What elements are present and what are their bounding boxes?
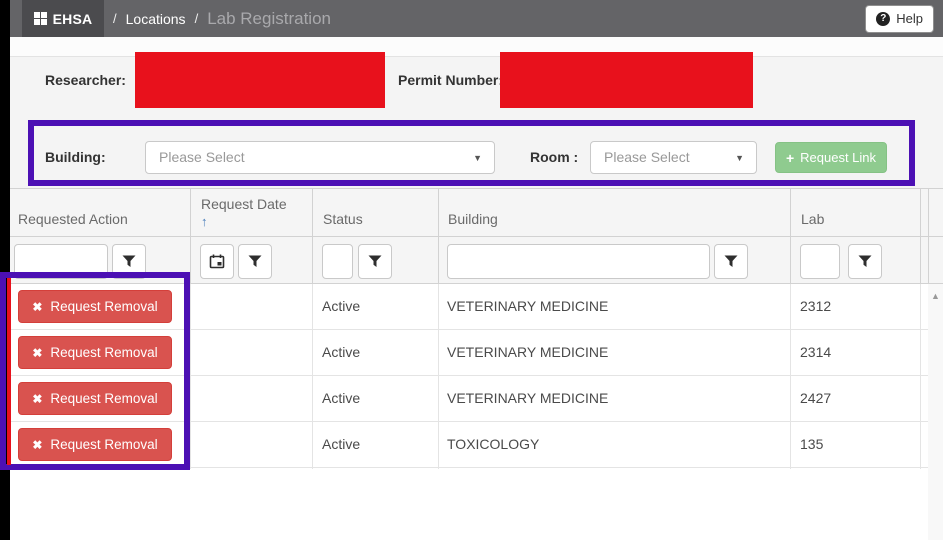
filter-icon bbox=[248, 255, 262, 267]
building-cell: TOXICOLOGY bbox=[447, 436, 540, 452]
divider bbox=[928, 237, 929, 283]
filter-button-status[interactable] bbox=[358, 244, 392, 279]
request-link-button[interactable]: + Request Link bbox=[775, 142, 887, 173]
building-label: Building: bbox=[45, 149, 106, 165]
x-icon: ✖ bbox=[32, 345, 43, 360]
top-navbar: EHSA / Locations / Lab Registration ? He… bbox=[10, 0, 943, 37]
divider bbox=[190, 237, 191, 283]
table-row: ✖ Request Removal Active TOXICOLOGY 135 bbox=[10, 422, 943, 468]
grid-icon bbox=[33, 12, 47, 25]
divider bbox=[190, 284, 191, 469]
status-cell: Active bbox=[322, 436, 361, 452]
status-cell: Active bbox=[322, 298, 361, 314]
vertical-scrollbar[interactable]: ▲ bbox=[928, 284, 943, 540]
chevron-down-icon: ▼ bbox=[735, 153, 744, 163]
column-header-request-date[interactable]: Request Date ↑ bbox=[191, 189, 313, 236]
room-select-value: Please Select bbox=[604, 149, 690, 165]
lab-cell: 135 bbox=[800, 436, 824, 452]
column-header-requested-action[interactable]: Requested Action bbox=[10, 189, 191, 236]
filter-button-lab[interactable] bbox=[848, 244, 882, 279]
divider bbox=[312, 284, 313, 469]
lab-cell: 2314 bbox=[800, 344, 832, 360]
filter-icon bbox=[368, 255, 382, 267]
building-cell: VETERINARY MEDICINE bbox=[447, 390, 609, 406]
brand-label: EHSA bbox=[52, 10, 93, 27]
filter-input-requested-action[interactable] bbox=[14, 244, 108, 279]
filter-button-requested-action[interactable] bbox=[112, 244, 146, 279]
filter-button-request-date[interactable] bbox=[238, 244, 272, 279]
filter-input-lab[interactable] bbox=[800, 244, 840, 279]
table-row: ✖ Request Removal Active VETERINARY MEDI… bbox=[10, 284, 943, 330]
status-cell: Active bbox=[322, 390, 361, 406]
header-spacer bbox=[921, 189, 929, 236]
filter-input-building[interactable] bbox=[447, 244, 710, 279]
request-removal-button[interactable]: ✖ Request Removal bbox=[18, 382, 172, 415]
divider bbox=[312, 237, 313, 283]
divider bbox=[438, 284, 439, 469]
calendar-button-request-date[interactable] bbox=[200, 244, 234, 279]
request-removal-button[interactable]: ✖ Request Removal bbox=[18, 290, 172, 323]
building-select[interactable]: Please Select ▼ bbox=[145, 141, 495, 174]
divider bbox=[920, 284, 921, 469]
breadcrumb-separator: / bbox=[194, 11, 199, 26]
building-cell: VETERINARY MEDICINE bbox=[447, 344, 609, 360]
grid-filter-row bbox=[10, 237, 943, 284]
page-title: Lab Registration bbox=[207, 8, 331, 28]
room-select[interactable]: Please Select ▼ bbox=[590, 141, 757, 174]
breadcrumb-locations[interactable]: Locations bbox=[126, 11, 186, 27]
lab-cell: 2427 bbox=[800, 390, 832, 406]
room-label: Room : bbox=[530, 149, 579, 165]
lab-registration-grid: Requested Action Request Date ↑ Status B… bbox=[10, 188, 943, 540]
divider bbox=[790, 284, 791, 469]
request-removal-button[interactable]: ✖ Request Removal bbox=[18, 336, 172, 369]
divider bbox=[438, 237, 439, 283]
help-button[interactable]: ? Help bbox=[865, 4, 934, 33]
sort-ascending-icon: ↑ bbox=[201, 214, 208, 229]
subheader-strip bbox=[10, 37, 943, 57]
building-select-value: Please Select bbox=[159, 149, 245, 165]
scroll-up-icon: ▲ bbox=[931, 291, 940, 301]
table-row: ✖ Request Removal Active VETERINARY MEDI… bbox=[10, 376, 943, 422]
filter-icon bbox=[724, 255, 738, 267]
permit-number-label: Permit Number: bbox=[398, 72, 504, 88]
column-header-building[interactable]: Building bbox=[439, 189, 791, 236]
column-header-status[interactable]: Status bbox=[313, 189, 439, 236]
breadcrumb-separator: / bbox=[113, 11, 117, 26]
column-header-lab[interactable]: Lab bbox=[791, 189, 921, 236]
app-window: EHSA / Locations / Lab Registration ? He… bbox=[10, 0, 943, 540]
building-cell: VETERINARY MEDICINE bbox=[447, 298, 609, 314]
researcher-label: Researcher: bbox=[45, 72, 126, 88]
request-link-label: Request Link bbox=[800, 150, 877, 165]
table-row: ✖ Request Removal Active VETERINARY MEDI… bbox=[10, 330, 943, 376]
filter-icon bbox=[122, 255, 136, 267]
x-icon: ✖ bbox=[32, 391, 43, 406]
grid-header-row: Requested Action Request Date ↑ Status B… bbox=[10, 189, 943, 237]
plus-icon: + bbox=[785, 149, 795, 166]
chevron-down-icon: ▼ bbox=[473, 153, 482, 163]
lab-cell: 2312 bbox=[800, 298, 832, 314]
request-removal-button[interactable]: ✖ Request Removal bbox=[18, 428, 172, 461]
x-icon: ✖ bbox=[32, 299, 43, 314]
x-icon: ✖ bbox=[32, 437, 43, 452]
filter-button-building[interactable] bbox=[714, 244, 748, 279]
filter-input-status[interactable] bbox=[322, 244, 353, 279]
divider bbox=[920, 237, 921, 283]
status-cell: Active bbox=[322, 344, 361, 360]
calendar-icon bbox=[209, 254, 225, 269]
divider bbox=[790, 237, 791, 283]
help-icon: ? bbox=[876, 11, 891, 26]
filter-icon bbox=[858, 255, 872, 267]
ehsa-home-button[interactable]: EHSA bbox=[22, 0, 104, 37]
help-label: Help bbox=[896, 11, 923, 26]
